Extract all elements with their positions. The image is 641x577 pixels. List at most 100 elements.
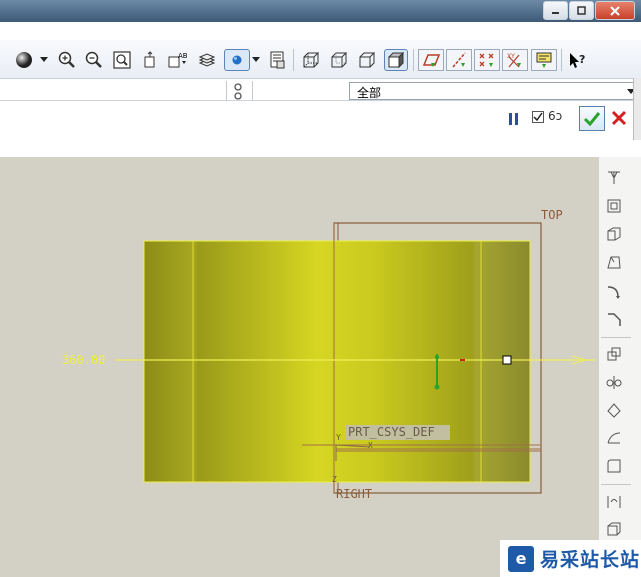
coordinate-systems-button[interactable]: XY: [502, 49, 528, 71]
shell-tool[interactable]: [603, 195, 625, 217]
display-style-button[interactable]: [224, 49, 250, 71]
coordinate-systems-icon: XY: [507, 53, 521, 68]
whats-this-button[interactable]: ?: [566, 49, 588, 71]
solidify-tool[interactable]: [603, 518, 625, 540]
annotations-icon: [536, 52, 552, 68]
intersect-icon: [607, 496, 621, 508]
csys-x-label: X: [368, 441, 373, 450]
filter-select[interactable]: 全部: [349, 82, 639, 100]
watermark-logo: e 易采站长站: [500, 540, 641, 577]
wireframe-button[interactable]: [300, 49, 322, 71]
drag-handle[interactable]: [502, 355, 512, 365]
reorient-icon: [144, 51, 155, 68]
svg-text:?: ?: [579, 53, 585, 66]
fill-tool[interactable]: [603, 455, 625, 477]
close-icon: [610, 5, 620, 16]
toolbar-separator: [293, 49, 294, 71]
datum-points-button[interactable]: [474, 49, 500, 71]
zoom-in-button[interactable]: [56, 49, 78, 71]
minimize-icon: [552, 12, 559, 14]
rib-tool[interactable]: [603, 223, 625, 245]
saved-views-button[interactable]: AB: [166, 49, 188, 71]
display-style-dropdown[interactable]: [250, 49, 262, 71]
shading-sphere-icon: [16, 52, 32, 68]
round-icon: [607, 286, 620, 299]
trim-tool[interactable]: [603, 399, 625, 421]
graphics-window[interactable]: 360.00 TOP RIGHT PRT_CSYS_DEF Y X Z: [0, 157, 598, 577]
draft-tool[interactable]: [603, 251, 625, 273]
main-toolbar: AB XY ?: [0, 40, 641, 79]
watermark-text: 易采站长站: [540, 549, 641, 571]
preview-checkbox[interactable]: [532, 111, 544, 123]
csys-z-label: Z: [332, 475, 337, 484]
toolbar-separator: [601, 484, 631, 485]
window-title-bar: [0, 0, 641, 22]
shading-dropdown[interactable]: [38, 49, 50, 71]
pause-button[interactable]: [507, 111, 521, 130]
layers-button[interactable]: [196, 49, 218, 71]
intersect-tool[interactable]: [603, 491, 625, 513]
close-window-button[interactable]: [595, 1, 635, 20]
cancel-button[interactable]: [611, 110, 627, 129]
hole-icon: [608, 171, 620, 184]
dimension-label[interactable]: 360.00: [62, 353, 105, 367]
chamfer-icon: [608, 313, 621, 326]
model-tree-button[interactable]: [266, 49, 288, 71]
shaded-button[interactable]: [384, 49, 408, 71]
zoom-in-icon: [58, 51, 75, 68]
chevron-down-icon: [252, 57, 260, 62]
datum-planes-icon: [422, 54, 441, 67]
dashboard-separator: [226, 81, 227, 101]
maximize-button[interactable]: [569, 1, 594, 20]
minimize-button[interactable]: [543, 1, 568, 20]
accept-button[interactable]: [579, 106, 605, 131]
cylinder-body[interactable]: [143, 240, 531, 483]
copy-icon: [607, 347, 621, 361]
shading-sphere-button[interactable]: [13, 49, 35, 71]
annotations-button[interactable]: [531, 49, 557, 71]
hole-tool[interactable]: [603, 167, 625, 189]
shell-icon: [607, 199, 621, 213]
toolbar-separator: [601, 337, 631, 338]
dashboard-divider: [0, 100, 641, 101]
datum-axes-icon: [452, 52, 466, 68]
pause-icon: [509, 113, 518, 125]
round-tool[interactable]: [603, 281, 625, 303]
zoom-out-icon: [85, 51, 102, 68]
hidden-line-button[interactable]: [328, 49, 350, 71]
chamfer-tool[interactable]: [603, 308, 625, 330]
mirror-tool[interactable]: [603, 371, 625, 393]
refit-button[interactable]: [111, 49, 133, 71]
model-tree-icon: [270, 51, 285, 69]
glasses-icon: 6ɔ: [548, 109, 563, 123]
model-viewport: [115, 222, 595, 494]
toolbar-separator: [561, 49, 562, 71]
filter-select-value: 全部: [357, 86, 382, 100]
draft-icon: [607, 256, 621, 269]
dashboard-scrollbar[interactable]: [633, 78, 641, 140]
close-icon: [611, 110, 627, 126]
datum-planes-button[interactable]: [418, 49, 444, 71]
feature-toolbar: [598, 157, 641, 577]
trim-icon: [607, 403, 621, 418]
top-plane-label: TOP: [541, 208, 563, 222]
chain-icon[interactable]: [232, 83, 244, 104]
zoom-out-button[interactable]: [83, 49, 105, 71]
csys-y-label: Y: [336, 433, 341, 442]
menu-area: [0, 22, 641, 40]
datum-axes-button[interactable]: [446, 49, 472, 71]
copy-tool[interactable]: [603, 343, 625, 365]
datum-points-icon: [479, 53, 494, 67]
merge-tool[interactable]: [603, 427, 625, 449]
fill-icon: [607, 459, 621, 473]
saved-views-icon: AB: [168, 52, 187, 68]
whats-this-icon: ?: [570, 53, 585, 68]
rib-icon: [607, 227, 621, 241]
no-hidden-button[interactable]: [356, 49, 378, 71]
csys-label: PRT_CSYS_DEF: [348, 425, 435, 439]
reorient-button[interactable]: [139, 49, 161, 71]
check-icon: [533, 112, 543, 122]
dashboard-separator: [252, 81, 253, 101]
no-hidden-icon: [359, 52, 376, 68]
layers-icon: [198, 53, 216, 67]
